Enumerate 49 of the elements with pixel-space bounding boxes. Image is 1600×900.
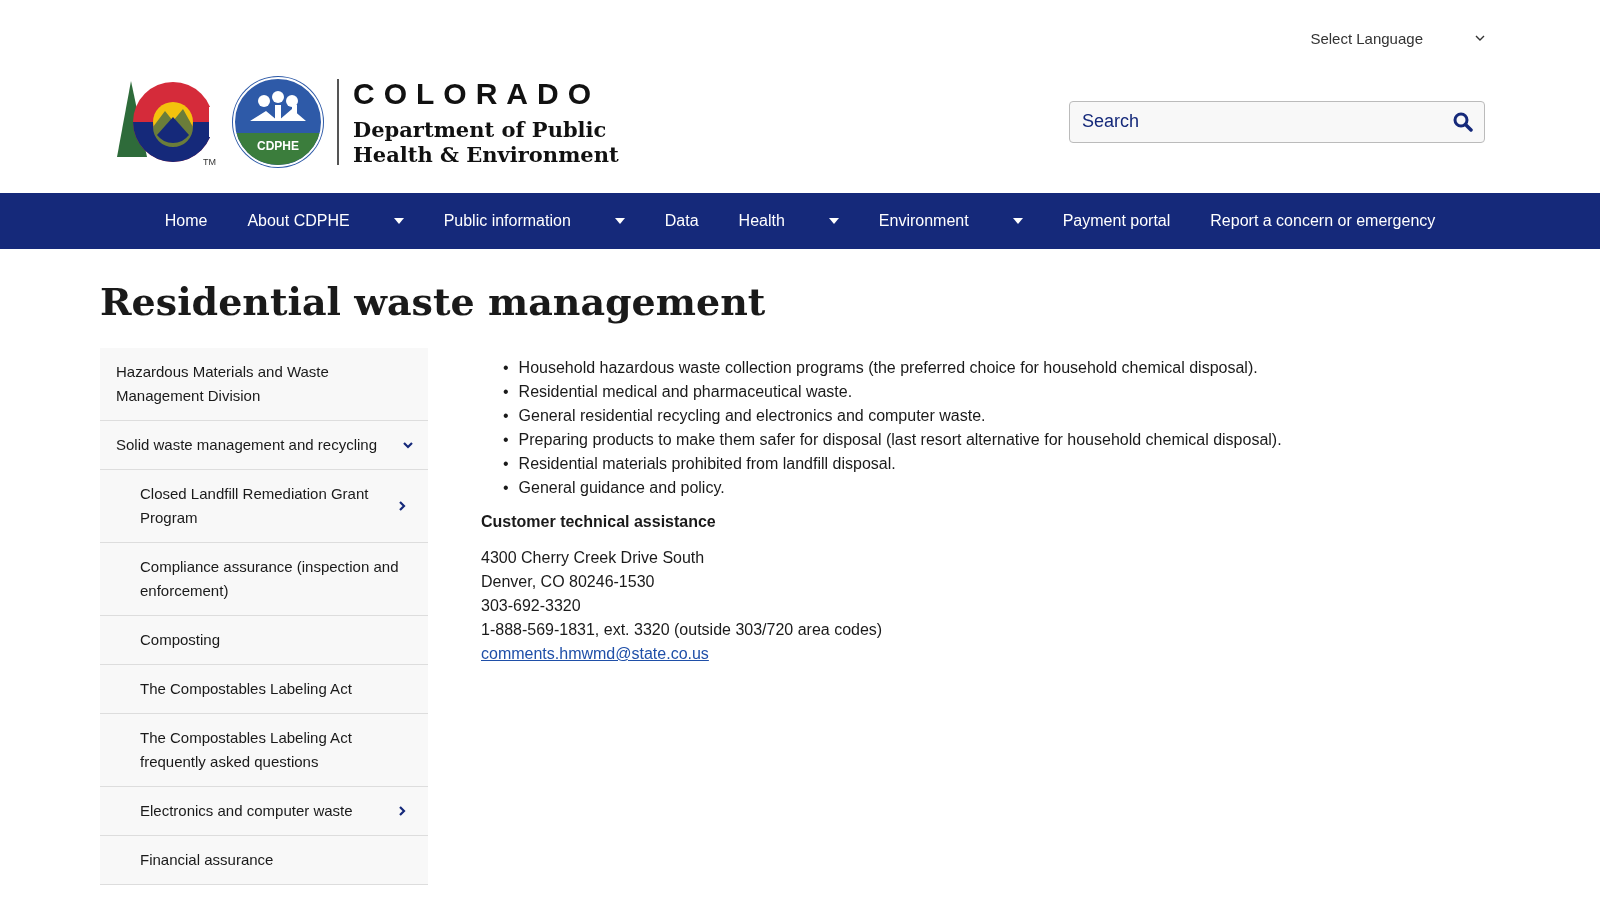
bullet-marker: •: [503, 430, 509, 450]
address-line: 1-888-569-1831, ext. 3320 (outside 303/720 area codes): [481, 620, 883, 640]
chevron-down-icon: [1475, 34, 1485, 42]
bullet-text: General residential recycling and electronics and computer waste.: [518, 406, 986, 426]
bullet-marker: •: [503, 406, 509, 426]
bullet-text: General guidance and policy.: [518, 478, 725, 498]
address-line: 4300 Cherry Creek Drive South: [481, 548, 705, 568]
sidebar-item[interactable]: The Compostables Labeling Act frequently asked questions: [100, 714, 428, 787]
section-heading: Customer technical assistance: [481, 512, 717, 532]
dropdown-caret-icon[interactable]: [393, 218, 404, 224]
sidebar-item[interactable]: The Compostables Labeling Act: [100, 665, 428, 714]
search-icon: [1453, 111, 1473, 132]
dropdown-caret-icon[interactable]: [828, 218, 839, 224]
dropdown-caret-icon[interactable]: [1012, 218, 1023, 224]
bullet-marker: •: [503, 358, 509, 378]
nav-link[interactable]: Environment: [878, 212, 969, 230]
sidebar-item[interactable]: Electronics and computer waste: [100, 787, 428, 836]
bullet-marker: •: [503, 382, 509, 402]
bullet-text: Household hazardous waste collection programs (the preferred choice for household chemical disposal).: [518, 358, 1258, 378]
nav-link[interactable]: Report a concern or emergency: [1210, 212, 1436, 230]
nav-link[interactable]: Health: [738, 212, 785, 230]
sidebar-item[interactable]: Composting: [100, 616, 428, 665]
trademark-label: TM: [203, 156, 216, 167]
bullet-text: Preparing products to make them safer for disposal (last resort alternative for household chemical disposal).: [518, 430, 1282, 450]
email-link[interactable]: comments.hmwmd@state.co.us: [481, 642, 709, 666]
nav-link[interactable]: Public information: [443, 212, 571, 230]
address-line: 303-692-3320: [481, 596, 581, 616]
sidebar-item[interactable]: Closed Landfill Remediation Grant Program: [100, 470, 428, 543]
address-line: Denver, CO 80246-1530: [481, 572, 655, 592]
nav-link[interactable]: About CDPHE: [247, 212, 350, 230]
sidebar-item[interactable]: Solid waste management and recycling: [100, 421, 428, 470]
nav-link[interactable]: Payment portal: [1062, 212, 1171, 230]
department-name: Department of Public: [353, 116, 608, 142]
nav-link[interactable]: Home: [164, 212, 208, 230]
nav-link[interactable]: Data: [664, 212, 699, 230]
page-title: Residential waste management: [100, 279, 767, 324]
dropdown-caret-icon[interactable]: [614, 218, 625, 224]
bullet-text: Residential medical and pharmaceutical waste.: [518, 382, 853, 402]
cdphe-badge: CDPHE: [233, 76, 323, 167]
bullet-marker: •: [503, 478, 509, 498]
logo-wordmark: COLORADO: [353, 76, 601, 111]
sidebar-item[interactable]: Financial assurance: [100, 836, 428, 885]
search-field[interactable]: Search: [1069, 100, 1485, 143]
department-name: Health & Environment: [353, 141, 619, 167]
language-select[interactable]: Select Language: [1310, 26, 1485, 50]
bullet-marker: •: [503, 454, 509, 474]
sidebar-item[interactable]: Compliance assurance (inspection and enforcement): [100, 543, 428, 616]
sidebar-item[interactable]: Hazardous Materials and Waste Management Division: [100, 348, 428, 421]
bullet-text: Residential materials prohibited from landfill disposal.: [518, 454, 896, 474]
